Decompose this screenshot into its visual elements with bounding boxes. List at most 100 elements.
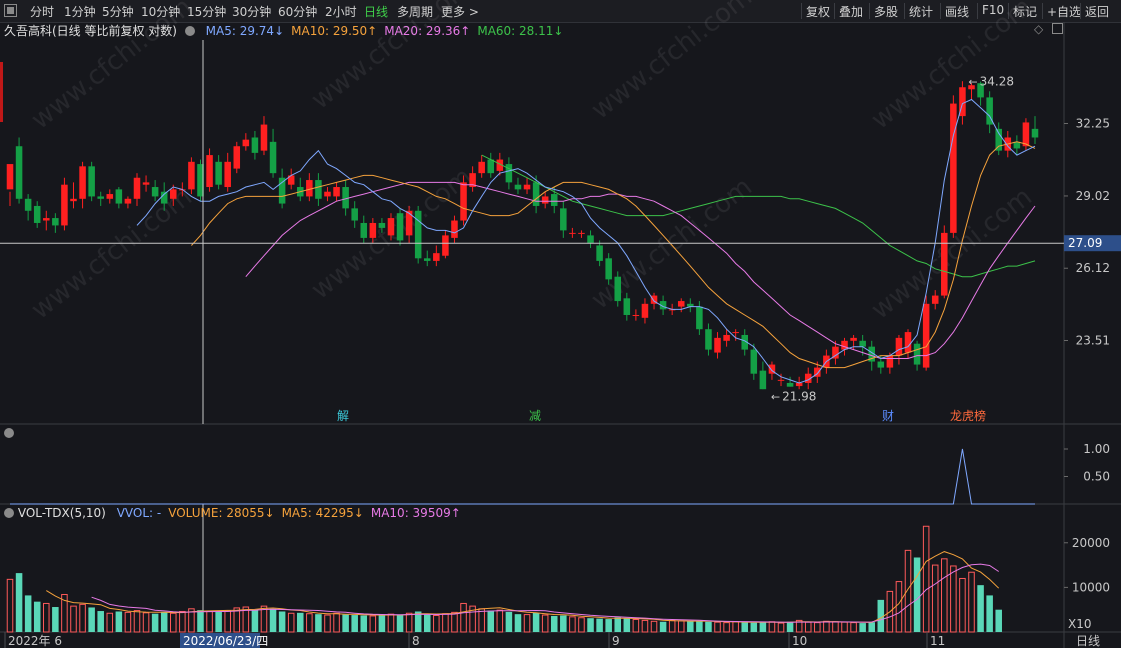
- candle-body: [941, 232, 948, 296]
- volume-bar: [52, 607, 59, 632]
- candle-body: [478, 161, 485, 174]
- volume-bar: [160, 611, 168, 632]
- volume-bar: [324, 614, 331, 633]
- candle-body: [61, 184, 68, 226]
- volume-bar: [614, 617, 622, 632]
- candle-body: [6, 164, 14, 190]
- volume-bar: [541, 614, 549, 633]
- candle-body: [841, 340, 848, 350]
- candle-body: [950, 103, 957, 233]
- indicator-axis-label: 1.00: [1083, 442, 1110, 456]
- candle-body: [750, 349, 758, 374]
- candle-body: [278, 177, 286, 204]
- volume-bar: [15, 573, 23, 632]
- candle-body: [759, 370, 767, 390]
- volume-bar: [596, 618, 603, 632]
- candle-body: [632, 314, 640, 316]
- volume-legend-2: MA5: 42295↓: [281, 506, 364, 520]
- volume-bar: [868, 622, 875, 632]
- volume-bar: [687, 621, 694, 632]
- candle-body: [523, 184, 531, 190]
- volume-bar: [523, 614, 531, 633]
- volume-bar: [759, 622, 767, 632]
- volume-bar: [124, 611, 132, 633]
- volume-bar: [705, 621, 712, 632]
- candle-body: [24, 198, 32, 211]
- candle-body: [931, 295, 939, 304]
- candle-body: [1031, 128, 1039, 138]
- volume-bar: [342, 614, 349, 632]
- candle-body: [786, 382, 794, 387]
- volume-bar: [677, 620, 685, 633]
- volume-bar: [569, 616, 576, 633]
- candle-body: [315, 180, 322, 199]
- crosshair-date-label: 2022/06/23/四: [183, 634, 268, 648]
- price-axis-label: 23.51: [1076, 333, 1110, 347]
- high-arrow-icon: ←: [968, 76, 977, 89]
- volume-legend-1: VOLUME: 28055↓: [168, 506, 275, 520]
- volume-bar: [360, 615, 368, 632]
- candle-body: [569, 232, 576, 234]
- volume-bar: [850, 622, 857, 633]
- event-marker-1: 减: [529, 409, 541, 423]
- candle-body: [70, 198, 77, 202]
- collapse-icon[interactable]: [4, 508, 14, 518]
- date-axis-label: 8: [412, 634, 420, 648]
- volume-title: VOL-TDX(5,10): [17, 506, 106, 520]
- candle-body: [324, 191, 331, 197]
- candle-body: [487, 159, 495, 174]
- low-arrow-icon: ←: [771, 391, 780, 404]
- volume-bar: [24, 595, 32, 632]
- volume-bar: [387, 613, 395, 633]
- chart-canvas[interactable]: www.cfchi.com www.cfchi.com www.cfchi.com w…: [0, 0, 1121, 648]
- candle-body: [732, 332, 739, 334]
- volume-bar: [43, 602, 50, 633]
- volume-bar: [950, 565, 957, 633]
- candle-body: [115, 189, 123, 204]
- candle-body: [550, 194, 558, 206]
- left-edge-marker: [0, 62, 3, 122]
- candle-body: [15, 146, 23, 199]
- volume-bar: [115, 611, 123, 632]
- candle-body: [895, 337, 903, 356]
- price-axis-label: 26.12: [1076, 261, 1110, 275]
- candle-body: [587, 235, 594, 243]
- volume-bar: [895, 581, 903, 633]
- candle-body: [696, 306, 703, 330]
- volume-bar: [33, 601, 41, 632]
- volume-bar: [968, 571, 975, 633]
- candle-body: [142, 182, 150, 185]
- candle-body: [877, 361, 885, 368]
- candle-body: [460, 182, 467, 221]
- candle-body: [170, 189, 177, 199]
- candle-body: [514, 184, 522, 190]
- volume-bar: [505, 611, 513, 632]
- volume-bar: [460, 602, 467, 633]
- candle-body: [442, 235, 449, 256]
- candle-body: [133, 177, 141, 199]
- candle-body: [423, 258, 431, 261]
- volume-bar: [578, 617, 585, 633]
- volume-unit-label: X10: [1068, 617, 1092, 631]
- candle-body: [850, 337, 857, 341]
- volume-bar: [142, 612, 150, 633]
- price-axis-label: 29.02: [1076, 189, 1110, 203]
- volume-legend-0: VVOL: -: [116, 506, 162, 520]
- indicator-collapse-icon[interactable]: [4, 428, 14, 438]
- volume-bar: [623, 618, 631, 632]
- volume-bar: [451, 611, 458, 633]
- candle-body: [360, 222, 368, 238]
- candle-body: [52, 218, 59, 226]
- volume-bar: [88, 607, 95, 632]
- candle-body: [904, 332, 912, 353]
- volume-bar: [668, 619, 676, 633]
- volume-bar: [514, 614, 522, 632]
- candle-body: [88, 166, 95, 197]
- candle-body: [922, 303, 930, 368]
- volume-bar: [814, 622, 821, 633]
- candle-body: [151, 187, 159, 197]
- candle-body: [451, 220, 458, 238]
- volume-bar: [696, 621, 703, 632]
- volume-bar: [442, 613, 449, 633]
- volume-bar: [215, 611, 222, 632]
